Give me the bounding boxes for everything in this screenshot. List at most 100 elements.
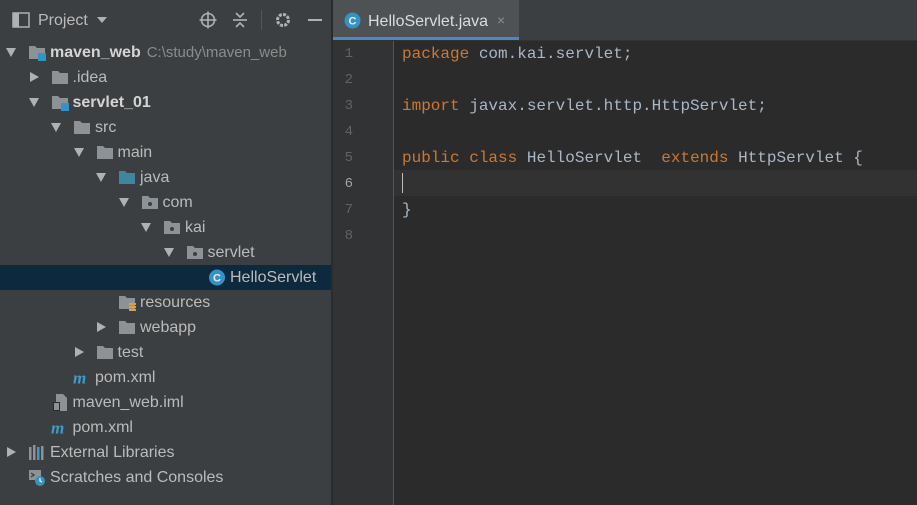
folder-icon: [73, 119, 91, 136]
tree-item-label: com: [162, 194, 193, 211]
line-number: 6: [344, 176, 353, 192]
tree-item--idea[interactable]: .idea: [0, 65, 331, 90]
expand-arrow-icon[interactable]: [28, 98, 39, 107]
tree-item-com[interactable]: com: [0, 190, 331, 215]
tree-item-label: .idea: [72, 69, 108, 86]
project-toolbar: Project: [0, 0, 331, 40]
tree-item-servlet[interactable]: servlet: [0, 240, 331, 265]
tree-item-label: java: [140, 169, 170, 186]
scratches-icon: [28, 469, 46, 486]
libraries-icon: [28, 444, 46, 461]
tree-item-label: test: [117, 344, 144, 361]
tree-item-label: main: [117, 144, 153, 161]
iml-file-icon: [51, 394, 69, 411]
folder-icon: [51, 69, 69, 86]
tree-item-scratches-and-consoles[interactable]: Scratches and Consoles: [0, 465, 331, 490]
code-line: import javax.servlet.http.HttpServlet;: [402, 93, 767, 119]
tree-item-kai[interactable]: kai: [0, 215, 331, 240]
keyword-token: extends: [661, 149, 729, 167]
source-folder-icon: [118, 169, 136, 186]
collapse-arrow-icon[interactable]: [97, 322, 106, 332]
line-number: 2: [344, 72, 353, 88]
tree-item-label: resources: [140, 294, 211, 311]
keyword-token: class: [469, 149, 518, 167]
current-line-highlight: [394, 170, 917, 196]
text-caret: [402, 173, 403, 193]
tree-item-external-libraries[interactable]: External Libraries: [0, 440, 331, 465]
tab-label: HelloServlet.java: [368, 13, 489, 30]
toolbar-divider: [261, 10, 262, 30]
module-folder-icon: [51, 94, 69, 111]
keyword-token: package: [402, 45, 470, 63]
collapse-arrow-icon[interactable]: [74, 347, 84, 357]
tree-item-pom-xml[interactable]: m pom.xml: [0, 365, 331, 390]
expand-arrow-icon[interactable]: [141, 223, 151, 232]
expand-arrow-icon[interactable]: [51, 123, 61, 132]
maven-icon: m: [51, 418, 69, 437]
collapse-arrow-icon[interactable]: [29, 72, 39, 82]
tree-item-webapp[interactable]: webapp: [0, 315, 331, 340]
tree-item-src[interactable]: src: [0, 115, 331, 140]
tree-item-servlet-01[interactable]: servlet_01: [0, 90, 331, 115]
tree-item-label: src: [95, 119, 117, 136]
class-icon: C: [208, 269, 226, 286]
svg-text:C: C: [213, 273, 221, 285]
package-icon: [163, 219, 181, 236]
tree-item-maven-web-iml[interactable]: maven_web.iml: [0, 390, 331, 415]
line-number: 8: [344, 228, 353, 244]
project-view-selector[interactable]: Project: [38, 12, 88, 30]
keyword-token: import: [402, 97, 460, 115]
expand-arrow-icon[interactable]: [118, 198, 129, 207]
line-number: 4: [344, 124, 353, 140]
tree-item-helloservlet[interactable]: C HelloServlet: [0, 265, 331, 290]
tree-item-label: maven_web C:\study\maven_web: [50, 44, 287, 61]
tree-item-label: kai: [185, 219, 206, 236]
code-token: javax.servlet.http.HttpServlet;: [459, 97, 767, 115]
keyword-token: public: [402, 149, 460, 167]
maven-icon: m: [73, 368, 91, 387]
collapse-arrow-icon[interactable]: [7, 447, 16, 457]
code-editor[interactable]: package com.kai.servlet; import javax.ser…: [394, 41, 917, 505]
tree-item-test[interactable]: test: [0, 340, 331, 365]
code-token: HelloServlet: [517, 149, 662, 167]
tree-item-label: servlet_01: [72, 94, 151, 111]
minimize-icon[interactable]: [306, 11, 324, 29]
resources-folder-icon: [118, 294, 136, 311]
project-view-icon: [12, 12, 30, 28]
expand-arrow-icon[interactable]: [163, 248, 174, 257]
close-icon[interactable]: ×: [497, 12, 505, 28]
chevron-down-icon[interactable]: [96, 15, 108, 25]
expand-arrow-icon[interactable]: [73, 148, 84, 157]
active-tab-indicator: [333, 37, 519, 40]
code-token: HttpServlet {: [728, 149, 863, 167]
package-icon: [186, 244, 204, 261]
tree-item-label: pom.xml: [95, 369, 156, 386]
tree-item-label: External Libraries: [50, 444, 175, 461]
expand-arrow-icon[interactable]: [6, 48, 16, 57]
tree-item-maven-web[interactable]: maven_web C:\study\maven_web: [0, 40, 331, 65]
collapse-all-icon[interactable]: [231, 11, 249, 29]
tree-item-label: webapp: [140, 319, 197, 336]
line-number-gutter: 1 2 3 4 5 6 7 8: [333, 41, 394, 505]
project-tool-window: Project maven_web C:\study\maven_web .idea…: [0, 0, 331, 505]
gear-icon[interactable]: [274, 11, 292, 29]
code-token: com.kai.servlet;: [469, 45, 633, 63]
target-icon[interactable]: [199, 11, 217, 29]
tree-item-label: Scratches and Consoles: [50, 469, 224, 486]
tree-item-label: HelloServlet: [230, 269, 317, 286]
line-number: 3: [344, 98, 353, 114]
line-number: 5: [344, 150, 353, 166]
tree-item-pom-xml[interactable]: m pom.xml: [0, 415, 331, 440]
code-line: package com.kai.servlet;: [402, 41, 632, 67]
tree-item-label: pom.xml: [72, 419, 133, 436]
expand-arrow-icon[interactable]: [96, 173, 106, 182]
code-token: }: [402, 201, 412, 219]
tree-item-main[interactable]: main: [0, 140, 331, 165]
module-folder-icon: [28, 44, 46, 61]
tree-item-resources[interactable]: resources: [0, 290, 331, 315]
tree-item-label: servlet: [207, 244, 255, 261]
tree-item-java[interactable]: java: [0, 165, 331, 190]
code-line: public class HelloServlet extends HttpSe…: [402, 145, 863, 171]
tab-helloservlet-java[interactable]: C HelloServlet.java ×: [333, 0, 519, 40]
